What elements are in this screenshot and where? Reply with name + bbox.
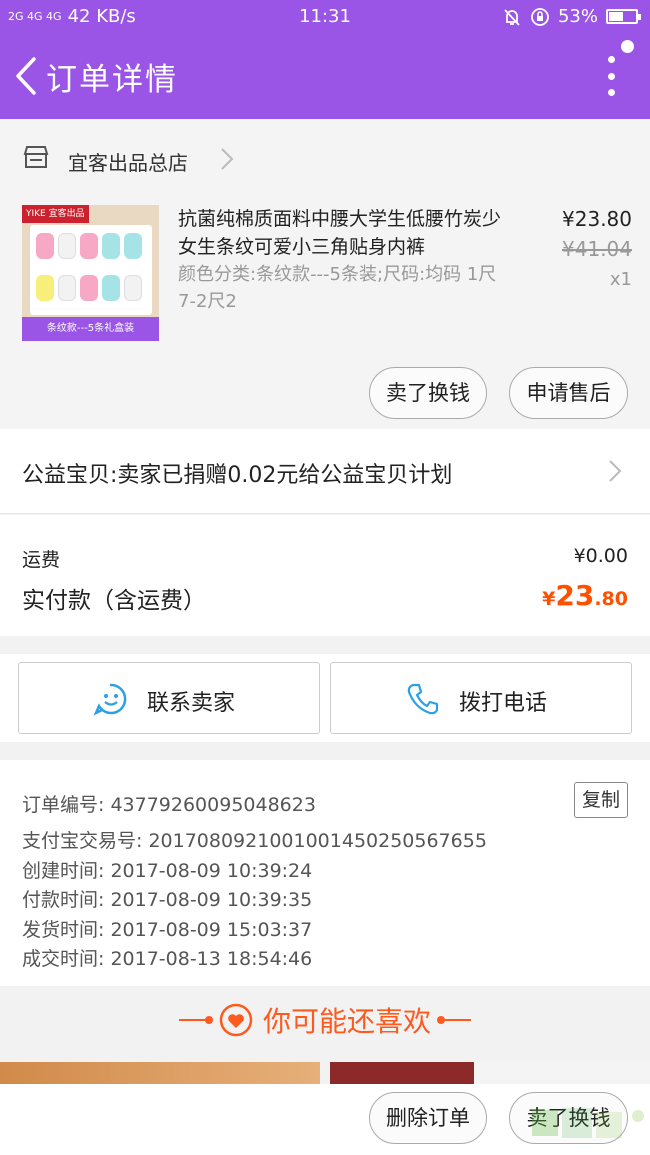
order-number: 订单编号: 43779260095048623 xyxy=(22,794,316,816)
shop-row[interactable]: 宜客出品总店 xyxy=(0,119,650,197)
alipay-trade-number: 支付宝交易号: 2017080921001001450250567655 xyxy=(22,830,487,852)
charity-text: 公益宝贝:卖家已捐赠0.02元给公益宝贝计划 xyxy=(22,463,453,488)
watermark-logo xyxy=(532,1108,644,1138)
chevron-right-icon xyxy=(221,148,234,170)
rotation-lock-icon xyxy=(531,7,549,26)
contact-seller-button[interactable]: 联系卖家 xyxy=(18,662,320,734)
after-sale-button[interactable]: 申请售后 xyxy=(509,367,628,419)
contact-bar: 联系卖家 拨打电话 xyxy=(0,654,650,742)
bottom-action-bar: 删除订单 卖了换钱 xyxy=(0,1084,650,1155)
shipped-time: 发货时间: 2017-08-09 15:03:37 xyxy=(22,919,313,941)
back-arrow-icon[interactable] xyxy=(12,56,40,96)
paid-label: 实付款（含运费） xyxy=(22,588,206,614)
battery-percent: 53% xyxy=(557,6,598,27)
paid-amount: ¥23.80 xyxy=(542,579,628,612)
mute-bell-icon xyxy=(504,8,520,26)
shipping-label: 运费 xyxy=(22,549,61,571)
completed-time: 成交时间: 2017-08-13 18:54:46 xyxy=(22,948,313,970)
product-spec: 颜色分类:条纹款---5条装;尺码:均码 1尺7-2尺2 xyxy=(178,264,497,312)
app-bar: 订单详情 xyxy=(0,34,650,119)
recommendation-section: 你可能还喜欢 xyxy=(0,986,650,1062)
contact-seller-label: 联系卖家 xyxy=(147,691,236,716)
paid-time: 付款时间: 2017-08-09 10:39:35 xyxy=(22,889,313,911)
more-menu-icon[interactable] xyxy=(606,56,616,96)
page-title: 订单详情 xyxy=(46,62,178,98)
product-image-caption: 条纹款---5条礼盒装 xyxy=(22,317,159,341)
order-item[interactable]: YIKE 宜客出品 条纹款---5条礼盒装 抗菌纯棉质面料中腰大学生低腰竹炭少女… xyxy=(0,197,650,429)
copy-button[interactable]: 复制 xyxy=(574,782,628,818)
heart-icon xyxy=(219,1003,253,1037)
order-info: 订单编号: 43779260095048623 复制 支付宝交易号: 20170… xyxy=(0,760,650,986)
created-time: 创建时间: 2017-08-09 10:39:24 xyxy=(22,860,313,882)
product-image[interactable]: YIKE 宜客出品 条纹款---5条礼盒装 xyxy=(22,205,159,341)
chevron-right-icon xyxy=(609,460,622,482)
recommended-product-image[interactable] xyxy=(330,1062,650,1084)
product-title: 抗菌纯棉质面料中腰大学生低腰竹炭少女生条纹可爱小三角贴身内裤 xyxy=(178,208,502,258)
call-button[interactable]: 拨打电话 xyxy=(330,662,632,734)
status-bar: 2G 4G 4G 42 KB/s 11:31 53% xyxy=(0,0,650,34)
shop-name: 宜客出品总店 xyxy=(68,151,188,175)
notification-dot xyxy=(621,40,634,53)
phone-icon xyxy=(407,683,439,715)
sell-for-cash-button[interactable]: 卖了换钱 xyxy=(369,367,487,419)
shipping-value: ¥0.00 xyxy=(573,545,628,567)
recommendation-title: 你可能还喜欢 xyxy=(262,1005,431,1038)
delete-order-button[interactable]: 删除订单 xyxy=(369,1092,487,1144)
order-totals: 运费 ¥0.00 实付款（含运费） ¥23.80 xyxy=(0,515,650,636)
product-price: ¥23.80 xyxy=(562,207,632,231)
product-quantity: x1 xyxy=(609,269,632,290)
store-icon xyxy=(23,146,49,168)
product-brand-tag: YIKE 宜客出品 xyxy=(22,205,89,223)
call-label: 拨打电话 xyxy=(459,691,548,716)
charity-row[interactable]: 公益宝贝:卖家已捐赠0.02元给公益宝贝计划 xyxy=(0,429,650,514)
recommended-product-image[interactable] xyxy=(0,1062,320,1084)
chat-bubble-icon xyxy=(93,683,127,716)
battery-icon xyxy=(606,9,641,24)
product-original-price: ¥41.04 xyxy=(562,237,632,261)
